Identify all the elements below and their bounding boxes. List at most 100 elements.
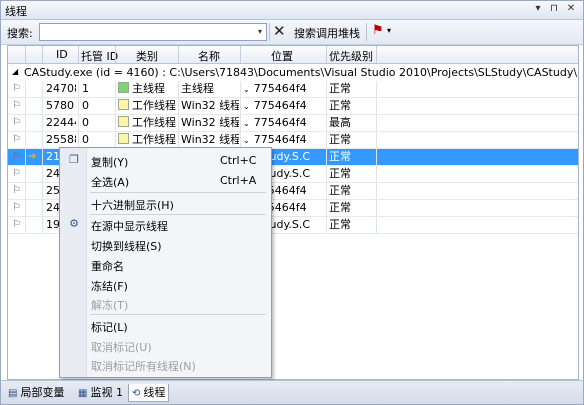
close-icon[interactable]: ✕ — [564, 2, 578, 16]
column-header-priority[interactable]: 优先级别 — [329, 48, 373, 64]
location-label: 775464f4 — [253, 99, 307, 112]
tab-locals[interactable]: ▤ 局部变量 — [5, 384, 67, 401]
menu-item-flag-label: 标记(L) — [91, 321, 128, 334]
column-header-location[interactable]: 位置 — [271, 48, 293, 64]
location-label: 775464f4 — [253, 116, 307, 129]
grid-line — [178, 115, 179, 131]
cell-priority: 正常 — [329, 133, 351, 146]
column-header-managed-id[interactable]: 托管 ID — [81, 48, 118, 64]
cell-category: 工作线程 — [118, 132, 176, 148]
column-header-id[interactable]: ID — [56, 48, 68, 61]
search-call-stack-toggle[interactable]: 搜索调用堆栈 — [294, 25, 360, 41]
grid-line — [240, 98, 241, 114]
flag-toggle-icon[interactable]: ⚐ — [12, 81, 24, 97]
thread-row[interactable]: ⚐ 22444 0 工作线程 Win32 线程 ⌄775464f4 最高 — [8, 115, 578, 132]
menu-item-freeze[interactable]: 冻结(F) — [60, 275, 271, 294]
grid-line — [326, 200, 327, 216]
grid-line — [25, 98, 26, 114]
column-header-category[interactable]: 类别 — [136, 48, 158, 64]
grid-line — [42, 98, 43, 114]
grid-line — [376, 149, 377, 165]
flag-toggle-icon[interactable]: ⚐ — [12, 115, 24, 131]
grid-line — [376, 183, 377, 199]
menu-item-flag[interactable]: 标记(L) — [60, 316, 271, 335]
cell-name: Win32 线程 — [181, 99, 239, 112]
menu-item-show-in-source[interactable]: ⚙ 在源中显示线程 — [60, 215, 271, 234]
menu-item-switch-thread[interactable]: 切换到线程(S) — [60, 235, 271, 254]
category-label: 工作线程 — [132, 133, 176, 146]
thread-row[interactable]: ⚐ 24708 1 主线程 主线程 ⌄775464f4 正常 — [8, 81, 578, 98]
column-header-name[interactable]: 名称 — [198, 48, 220, 64]
category-label: 工作线程 — [132, 99, 176, 112]
cell-id: 25588 — [46, 133, 76, 146]
grid-line — [376, 200, 377, 216]
locals-icon: ▤ — [8, 388, 18, 399]
current-thread-arrow-icon — [28, 98, 40, 114]
cell-priority: 正常 — [329, 150, 351, 163]
grid-line — [42, 166, 43, 182]
grid-line — [240, 132, 241, 148]
bottom-tab-strip: ▤ 局部变量 ▦ 监视 1 ⟲ 线程 — [1, 380, 583, 404]
tab-threads[interactable]: ⟲ 线程 — [128, 384, 170, 402]
category-color-swatch — [118, 82, 129, 93]
grid-line — [178, 81, 179, 97]
menu-item-rename[interactable]: 重命名 — [60, 255, 271, 274]
flag-toggle-icon[interactable]: ⚐ — [12, 149, 24, 165]
location-expand-icon[interactable]: ⌄ — [243, 136, 250, 145]
grid-line — [42, 132, 43, 148]
auto-hide-pin-icon[interactable]: ⊓ — [547, 2, 561, 16]
cell-name: Win32 线程 — [181, 133, 239, 146]
toolbar-separator — [269, 23, 270, 41]
flag-toggle-icon[interactable]: ⚐ — [12, 166, 24, 182]
column-divider — [25, 46, 26, 63]
grid-line — [376, 132, 377, 148]
grid-line — [25, 132, 26, 148]
flag-dropdown-icon[interactable]: ▾ — [387, 26, 391, 35]
watch-icon: ▦ — [78, 388, 88, 399]
category-color-swatch — [118, 116, 129, 127]
window-menu-icon[interactable]: ▾ — [531, 2, 545, 16]
menu-item-thaw: 解冻(T) — [60, 294, 271, 313]
grid-line — [326, 115, 327, 131]
grid-line — [42, 183, 43, 199]
flag-toggle-icon[interactable]: ⚐ — [12, 200, 24, 216]
cell-managed-id: 0 — [82, 116, 89, 129]
flag-icon[interactable]: ⚑ — [372, 23, 384, 38]
thread-row[interactable]: ⚐ 5780 0 工作线程 Win32 线程 ⌄ 775464f4 正常 — [8, 98, 578, 115]
search-dropdown-icon[interactable]: ▾ — [254, 24, 266, 40]
search-combobox[interactable]: ▾ — [39, 23, 267, 41]
cell-location: ⌄775464f4 — [243, 81, 325, 97]
location-label: 775464f4 — [253, 133, 307, 146]
cell-priority: 最高 — [329, 116, 351, 129]
grid-line — [42, 149, 43, 165]
column-divider — [42, 46, 43, 63]
process-group-row[interactable]: ◢ CAStudy.exe (id = 4160) : C:\Users\718… — [8, 64, 578, 81]
cell-managed-id: 0 — [82, 99, 89, 112]
search-input[interactable] — [40, 24, 252, 40]
tab-locals-label: 局部变量 — [20, 386, 65, 399]
cell-managed-id: 0 — [82, 133, 89, 146]
menu-item-copy[interactable]: ❐ 复制(Y) Ctrl+C — [60, 151, 271, 170]
cell-category: 主线程 — [118, 81, 176, 97]
grid-line — [78, 132, 79, 148]
grid-line — [178, 132, 179, 148]
location-expand-icon[interactable]: ⌄ — [243, 85, 250, 94]
flag-toggle-icon[interactable]: ⚐ — [12, 217, 24, 233]
toolbar: 搜索: ▾ ✕ 搜索调用堆栈 ⚑ ▾ — [1, 20, 583, 45]
column-header-row: ID 托管 ID 类别 名称 位置 优先级别 — [8, 46, 578, 64]
flag-toggle-icon[interactable]: ⚐ — [12, 183, 24, 199]
current-thread-arrow-icon — [28, 217, 40, 233]
cell-location: ⌄775464f4 — [243, 115, 325, 131]
tab-watch-1[interactable]: ▦ 监视 1 — [75, 384, 126, 401]
expand-collapse-icon[interactable]: ◢ — [12, 67, 18, 76]
cell-priority: 正常 — [329, 184, 351, 197]
menu-item-hex-display[interactable]: 十六进制显示(H) — [60, 194, 271, 213]
menu-item-select-all[interactable]: 全选(A) Ctrl+A — [60, 171, 271, 190]
column-divider — [240, 46, 241, 63]
flag-toggle-icon[interactable]: ⚐ — [12, 98, 24, 114]
location-expand-icon[interactable]: ⌄ — [243, 119, 250, 128]
clear-search-icon[interactable]: ✕ — [273, 22, 286, 40]
grid-line — [326, 166, 327, 182]
location-expand-icon[interactable]: ⌄ — [243, 102, 250, 111]
flag-toggle-icon[interactable]: ⚐ — [12, 132, 24, 148]
